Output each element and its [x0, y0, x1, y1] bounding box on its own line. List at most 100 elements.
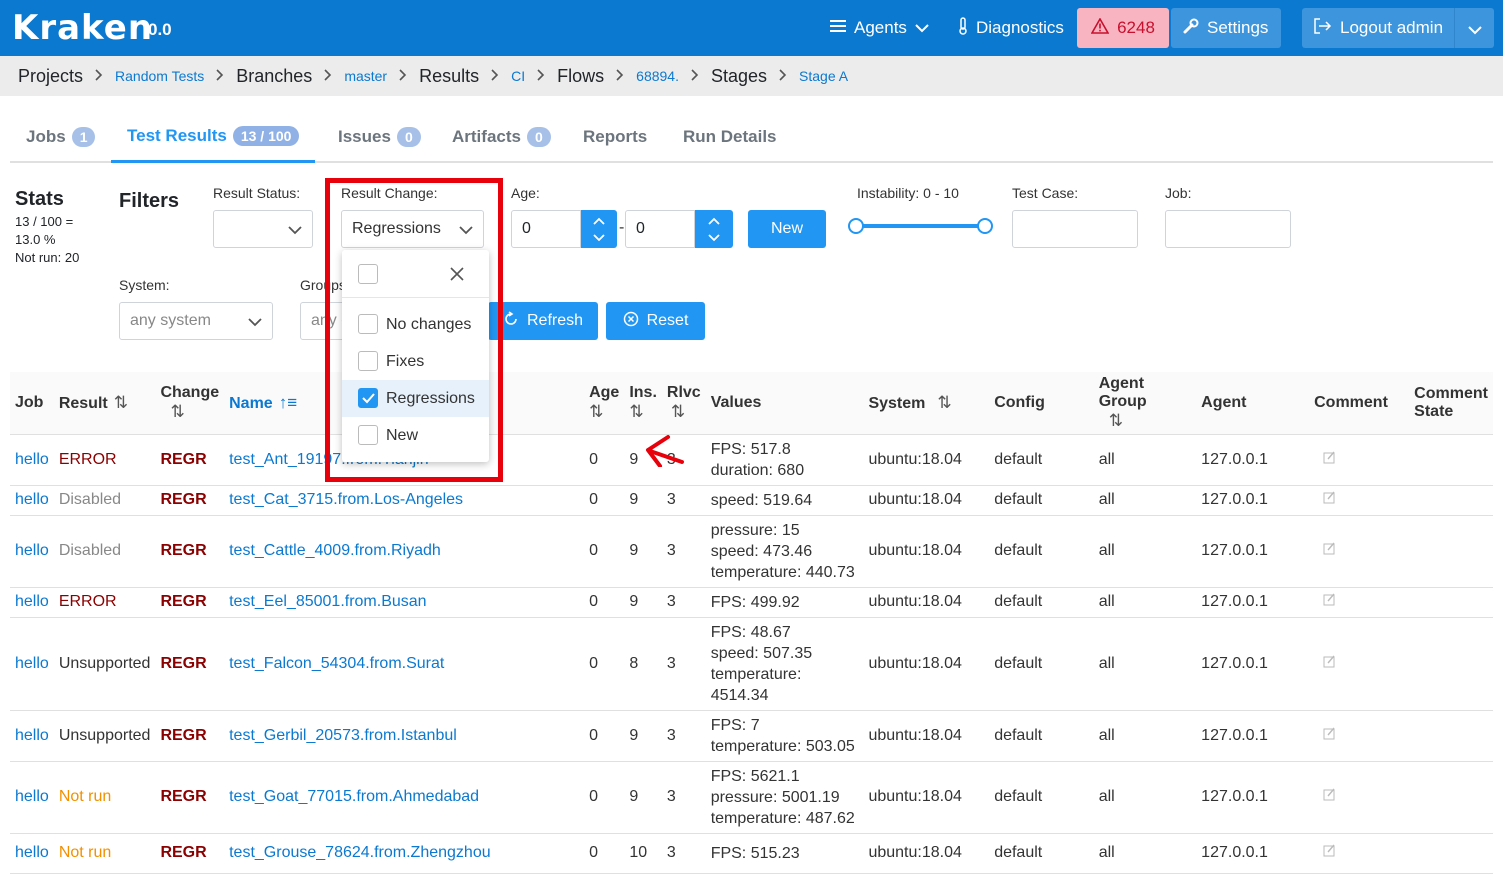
edit-icon[interactable]	[1323, 727, 1336, 743]
test-case-input[interactable]	[1012, 210, 1138, 248]
sort-icon[interactable]: ⇅	[170, 402, 184, 421]
job-link[interactable]: hello	[10, 587, 54, 618]
option-checkbox[interactable]	[358, 425, 378, 445]
edit-icon[interactable]	[1323, 788, 1336, 804]
sort-icon[interactable]: ⇅	[589, 402, 603, 421]
comment-cell	[1309, 485, 1410, 516]
result-change-select[interactable]: Regressions	[341, 210, 484, 248]
tab-jobs[interactable]: Jobs 1	[26, 111, 96, 163]
agent-value: 127.0.0.1	[1196, 434, 1310, 486]
col-system[interactable]: System ⇅	[863, 372, 990, 435]
test-name-link[interactable]: test_Falcon_54304.from.Surat	[224, 617, 585, 711]
tab-issues[interactable]: Issues 0	[338, 111, 421, 163]
sort-icon[interactable]: ⇅	[1109, 411, 1123, 430]
option-fixes[interactable]: Fixes	[342, 343, 489, 380]
instability-slider-track[interactable]	[857, 224, 985, 228]
refresh-button[interactable]: Refresh	[488, 302, 598, 340]
tab-artifacts[interactable]: Artifacts 0	[452, 111, 551, 163]
breadcrumb-item[interactable]: CI	[511, 68, 525, 84]
job-link[interactable]: hello	[10, 515, 54, 588]
top-navbar: Kraken 0.0 Agents Diagnostics 6248 Setti…	[0, 0, 1503, 56]
app-logo[interactable]: Kraken	[12, 8, 153, 48]
edit-icon[interactable]	[1323, 655, 1336, 671]
diagnostics-link[interactable]: Diagnostics	[946, 8, 1076, 48]
logout-icon	[1314, 17, 1332, 39]
select-all-checkbox[interactable]	[358, 264, 378, 284]
age-to-input[interactable]: 0	[625, 210, 695, 248]
agent-group-value: all	[1093, 485, 1197, 516]
value-line: pressure: 15	[710, 521, 800, 539]
job-label: Job:	[1165, 185, 1192, 201]
ins-value: 8	[624, 617, 662, 711]
tab-reports[interactable]: Reports	[583, 111, 647, 163]
age-to-stepper[interactable]	[695, 210, 733, 248]
table-row: hello Not run REGR test_Grouse_78624.from.Z…	[10, 833, 1493, 874]
test-name-link[interactable]: test_Eel_85001.from.Busan	[224, 587, 585, 618]
close-icon[interactable]	[450, 267, 464, 286]
job-input[interactable]	[1165, 210, 1291, 248]
option-checkbox[interactable]	[358, 351, 378, 371]
alerts-count: 6248	[1117, 18, 1155, 37]
option-label: Fixes	[386, 352, 425, 370]
comment-cell	[1309, 587, 1410, 618]
breadcrumb-item[interactable]: master	[344, 68, 387, 84]
sort-asc-icon[interactable]: ↑≡	[279, 393, 297, 412]
job-link[interactable]: hello	[10, 761, 54, 834]
agent-value: 127.0.0.1	[1196, 617, 1310, 711]
col-change[interactable]: Change ⇅	[155, 372, 225, 435]
breadcrumb-item[interactable]: 68894.	[636, 68, 679, 84]
option-no-changes[interactable]: No changes	[342, 306, 489, 343]
age-from-stepper[interactable]	[581, 210, 617, 248]
change-badge: REGR	[155, 710, 225, 762]
test-name-link[interactable]: test_Cattle_4009.from.Riyadh	[224, 515, 585, 588]
edit-icon[interactable]	[1323, 593, 1336, 609]
sort-icon[interactable]: ⇅	[937, 393, 951, 412]
tab-run-details[interactable]: Run Details	[683, 111, 777, 163]
edit-icon[interactable]	[1323, 451, 1336, 467]
filters-title: Filters	[119, 190, 180, 212]
col-result[interactable]: Result ⇅	[53, 372, 156, 435]
option-checkbox-checked[interactable]	[358, 388, 378, 408]
option-label: Regressions	[386, 389, 475, 407]
tab-test-results[interactable]: Test Results 13 / 100	[111, 111, 316, 163]
job-link[interactable]: hello	[10, 617, 54, 711]
result-change-label: Result Change:	[341, 185, 438, 201]
edit-icon[interactable]	[1323, 491, 1336, 507]
agent-value: 127.0.0.1	[1196, 761, 1310, 834]
system-select[interactable]: any system	[119, 302, 273, 340]
col-agent-group[interactable]: Agent Group ⇅	[1093, 372, 1197, 435]
config-value: default	[989, 485, 1094, 516]
test-name-link[interactable]: test_Gerbil_20573.from.Istanbul	[224, 710, 585, 762]
chevron-down-icon[interactable]	[1468, 20, 1482, 40]
result-status-select[interactable]	[213, 210, 313, 248]
result-status: Unsupported	[53, 710, 156, 762]
settings-button[interactable]: Settings	[1171, 8, 1281, 48]
values-cell: FPS: 515.23	[705, 833, 864, 874]
test-name-link[interactable]: test_Cat_3715.from.Los-Angeles	[224, 485, 585, 516]
test-name-link[interactable]: test_Grouse_78624.from.Zhengzhou	[224, 833, 585, 874]
col-age[interactable]: Age ⇅	[584, 372, 625, 435]
breadcrumb-item[interactable]: Random Tests	[115, 68, 204, 84]
job-link[interactable]: hello	[10, 434, 54, 486]
instability-max-handle[interactable]	[977, 218, 993, 234]
agents-menu[interactable]: Agents	[818, 8, 941, 48]
tab-badge: 0	[396, 127, 421, 147]
test-name-link[interactable]: test_Goat_77015.from.Ahmedabad	[224, 761, 585, 834]
edit-icon[interactable]	[1323, 542, 1336, 558]
reset-button[interactable]: Reset	[606, 302, 705, 340]
job-link[interactable]: hello	[10, 710, 54, 762]
values-cell: FPS: 48.67 speed: 507.35 temperature: 4514…	[705, 617, 864, 711]
option-checkbox[interactable]	[358, 314, 378, 334]
job-link[interactable]: hello	[10, 485, 54, 516]
option-new[interactable]: New	[342, 417, 489, 454]
edit-icon[interactable]	[1323, 844, 1336, 860]
age-from-input[interactable]: 0	[511, 210, 581, 248]
logout-button[interactable]: Logout admin	[1302, 8, 1494, 48]
job-link[interactable]: hello	[10, 833, 54, 874]
instability-min-handle[interactable]	[848, 218, 864, 234]
breadcrumb-item[interactable]: Stage A	[799, 68, 848, 84]
new-button[interactable]: New	[748, 210, 826, 248]
option-regressions[interactable]: Regressions	[342, 380, 489, 417]
sort-icon[interactable]: ⇅	[114, 393, 128, 412]
alerts-button[interactable]: 6248	[1077, 8, 1169, 48]
